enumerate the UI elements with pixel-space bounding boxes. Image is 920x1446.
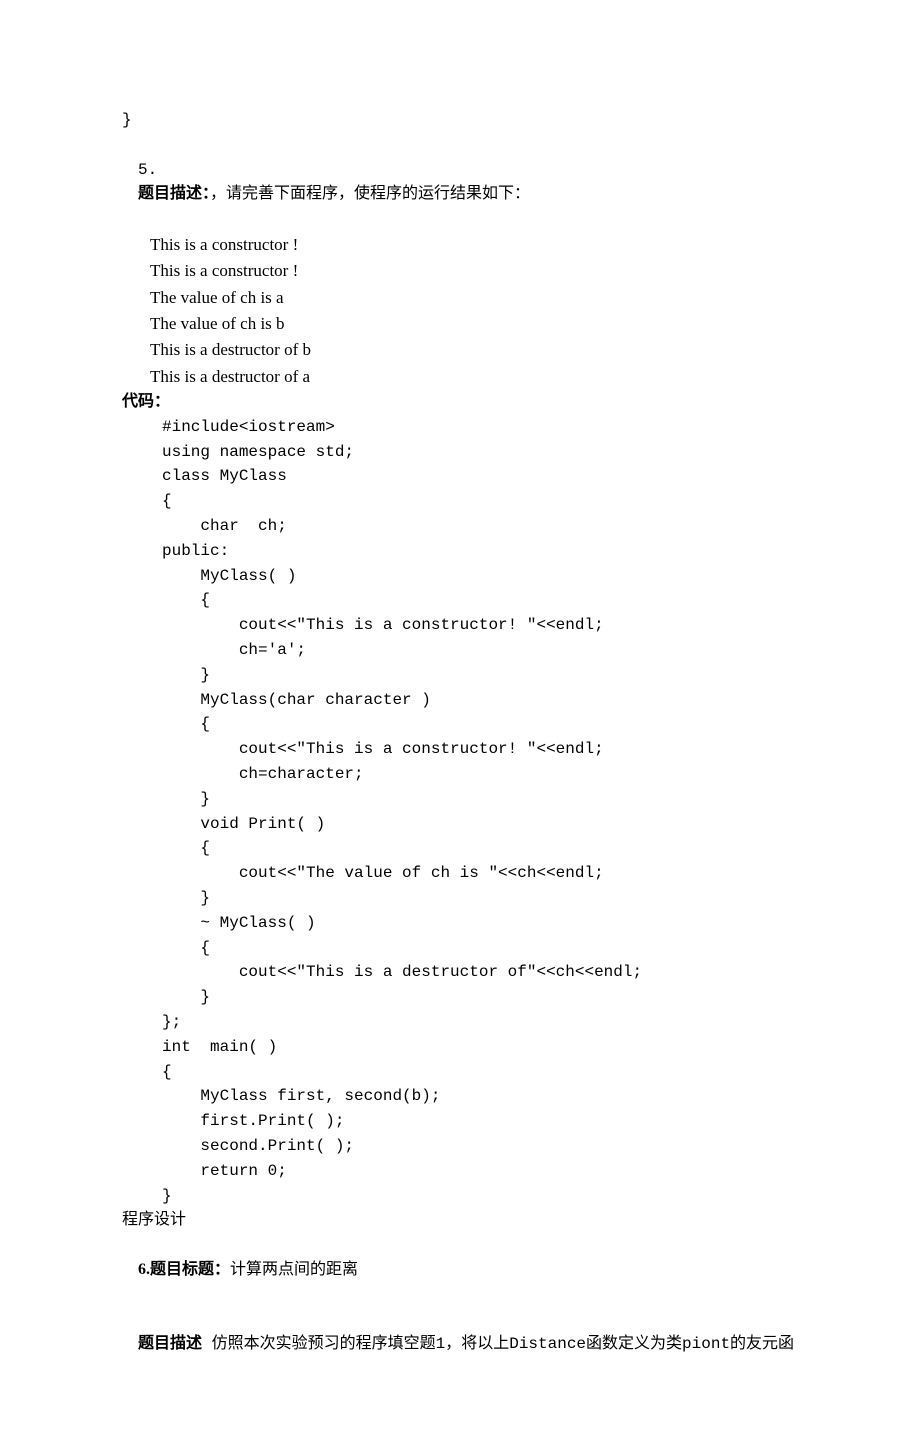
q5-output-line: This is a constructor ! <box>122 258 820 284</box>
code-line: first.Print( ); <box>162 1109 820 1134</box>
code-line: cout<<"This is a destructor of"<<ch<<end… <box>162 960 820 985</box>
document-page: } 5. 题目描述：，请完善下面程序，使程序的运行结果如下： This is a… <box>0 0 920 1442</box>
code-line: public: <box>162 539 820 564</box>
q5-header: 5. 题目描述：，请完善下面程序，使程序的运行结果如下： <box>122 133 820 232</box>
code-line: { <box>162 489 820 514</box>
code-line: cout<<"This is a constructor! "<<endl; <box>162 737 820 762</box>
code-line: MyClass first, second(b); <box>162 1084 820 1109</box>
q6-title-line: 6.题目标题：计算两点间的距离 <box>122 1233 820 1307</box>
code-line: #include<iostream> <box>162 415 820 440</box>
program-design-heading: 程序设计 <box>122 1208 820 1233</box>
closing-brace: } <box>122 108 820 133</box>
code-line: int main( ) <box>162 1035 820 1060</box>
code-line: } <box>162 787 820 812</box>
code-line: class MyClass <box>162 464 820 489</box>
q5-output-line: This is a destructor of b <box>122 337 820 363</box>
code-line: cout<<"This is a constructor! "<<endl; <box>162 613 820 638</box>
code-line: { <box>162 936 820 961</box>
code-line: } <box>162 886 820 911</box>
code-line: return 0; <box>162 1159 820 1184</box>
q6-desc-label: 题目描述 <box>138 1335 202 1352</box>
code-line: void Print( ) <box>162 812 820 837</box>
code-line: { <box>162 712 820 737</box>
code-line: } <box>162 1184 820 1209</box>
code-line: }; <box>162 1010 820 1035</box>
code-line: } <box>162 985 820 1010</box>
q5-output-line: This is a destructor of a <box>122 364 820 390</box>
q6-title-label: 6.题目标题： <box>138 1261 230 1278</box>
code-label: 代码： <box>122 390 820 415</box>
q5-output-line: The value of ch is b <box>122 311 820 337</box>
q6-title-text: 计算两点间的距离 <box>230 1261 358 1279</box>
q5-number: 5. <box>138 161 157 179</box>
code-line: ch='a'; <box>162 638 820 663</box>
code-line: ch=character; <box>162 762 820 787</box>
code-line: cout<<"The value of ch is "<<ch<<endl; <box>162 861 820 886</box>
code-line: } <box>162 663 820 688</box>
q6-desc-text: 仿照本次实验预习的程序填空题1，将以上Distance函数定义为类piont的友… <box>202 1335 794 1353</box>
code-line: { <box>162 588 820 613</box>
code-line: { <box>162 1060 820 1085</box>
code-line: ~ MyClass( ) <box>162 911 820 936</box>
code-line: second.Print( ); <box>162 1134 820 1159</box>
code-line: MyClass( ) <box>162 564 820 589</box>
code-line: using namespace std; <box>162 440 820 465</box>
q5-output-line: This is a constructor ! <box>122 232 820 258</box>
code-line: { <box>162 836 820 861</box>
q5-desc: ，请完善下面程序，使程序的运行结果如下： <box>210 185 530 203</box>
code-line: MyClass(char character ) <box>162 688 820 713</box>
q6-desc-line: 题目描述 仿照本次实验预习的程序填空题1，将以上Distance函数定义为类pi… <box>122 1308 820 1382</box>
code-line: char ch; <box>162 514 820 539</box>
q5-label: 题目描述： <box>138 185 210 202</box>
q5-output-line: The value of ch is a <box>122 285 820 311</box>
code-block: #include<iostream> using namespace std; … <box>122 415 820 1209</box>
